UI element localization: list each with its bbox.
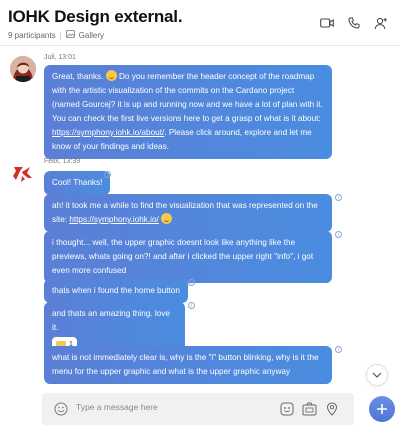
- chat-subtitle: 9 participants | Gallery: [8, 30, 104, 40]
- info-icon[interactable]: i: [188, 302, 195, 309]
- video-camera-icon[interactable]: [316, 12, 338, 34]
- message-bubble[interactable]: thats when i found the home button: [44, 279, 188, 303]
- avatar-juli[interactable]: [10, 56, 36, 82]
- separator: |: [59, 30, 62, 40]
- message-text: what is not immediately clear is, why is…: [52, 353, 319, 376]
- message-text: Great, thanks.: [52, 72, 104, 81]
- message-bubble[interactable]: what is not immediately clear is, why is…: [44, 346, 332, 384]
- emoji-icon[interactable]: [52, 400, 70, 418]
- chat-title: IOHK Design external.: [8, 7, 183, 26]
- plus-icon: [377, 404, 387, 414]
- message-text: Cool! Thanks!: [52, 178, 103, 187]
- message-bubble[interactable]: ah! it took me a while to find the visua…: [44, 194, 332, 232]
- location-pin-icon[interactable]: [323, 400, 341, 418]
- message-link[interactable]: https://symphony.iohk.io/: [69, 215, 159, 224]
- info-icon[interactable]: i: [335, 346, 342, 353]
- message-text: and thats an amazing thing. love it.: [52, 309, 170, 332]
- smile-emoji-icon: [105, 70, 117, 81]
- add-person-icon[interactable]: [370, 12, 392, 34]
- sticker-icon[interactable]: [278, 400, 296, 418]
- info-icon[interactable]: i: [188, 279, 195, 286]
- avatar-felix[interactable]: [10, 160, 36, 186]
- message-input[interactable]: [76, 402, 256, 412]
- message-meta: Juli, 13:01: [44, 54, 76, 61]
- message-bubble[interactable]: Great, thanks. Do you remember the heade…: [44, 65, 332, 159]
- gallery-link[interactable]: Gallery: [79, 31, 104, 40]
- info-icon[interactable]: i: [335, 194, 342, 201]
- smile-emoji-icon: [161, 213, 173, 224]
- gallery-icon[interactable]: [65, 30, 75, 40]
- info-icon[interactable]: i: [104, 171, 111, 178]
- message-text: thats when i found the home button: [52, 286, 180, 295]
- message-meta: Felix, 13:39: [44, 158, 81, 165]
- message-list[interactable]: Juli, 13:01 Great, thanks. Do you rememb…: [0, 50, 400, 388]
- chevron-down-icon: [372, 372, 382, 378]
- message-link[interactable]: https://symphony.iohk.io/about/: [52, 128, 164, 137]
- scroll-down-button[interactable]: [366, 364, 388, 386]
- phone-icon[interactable]: [343, 12, 365, 34]
- message-bubble[interactable]: Cool! Thanks!: [44, 171, 111, 195]
- message-text: i thought... well, the upper graphic doe…: [52, 238, 314, 275]
- participants-count[interactable]: 9 participants: [8, 31, 56, 40]
- new-action-button[interactable]: [369, 396, 395, 422]
- message-bubble[interactable]: i thought... well, the upper graphic doe…: [44, 231, 332, 283]
- message-composer: [42, 393, 354, 425]
- attachment-icon[interactable]: [300, 400, 318, 418]
- info-icon[interactable]: i: [335, 231, 342, 238]
- chat-header: IOHK Design external. 9 participants | G…: [0, 0, 400, 46]
